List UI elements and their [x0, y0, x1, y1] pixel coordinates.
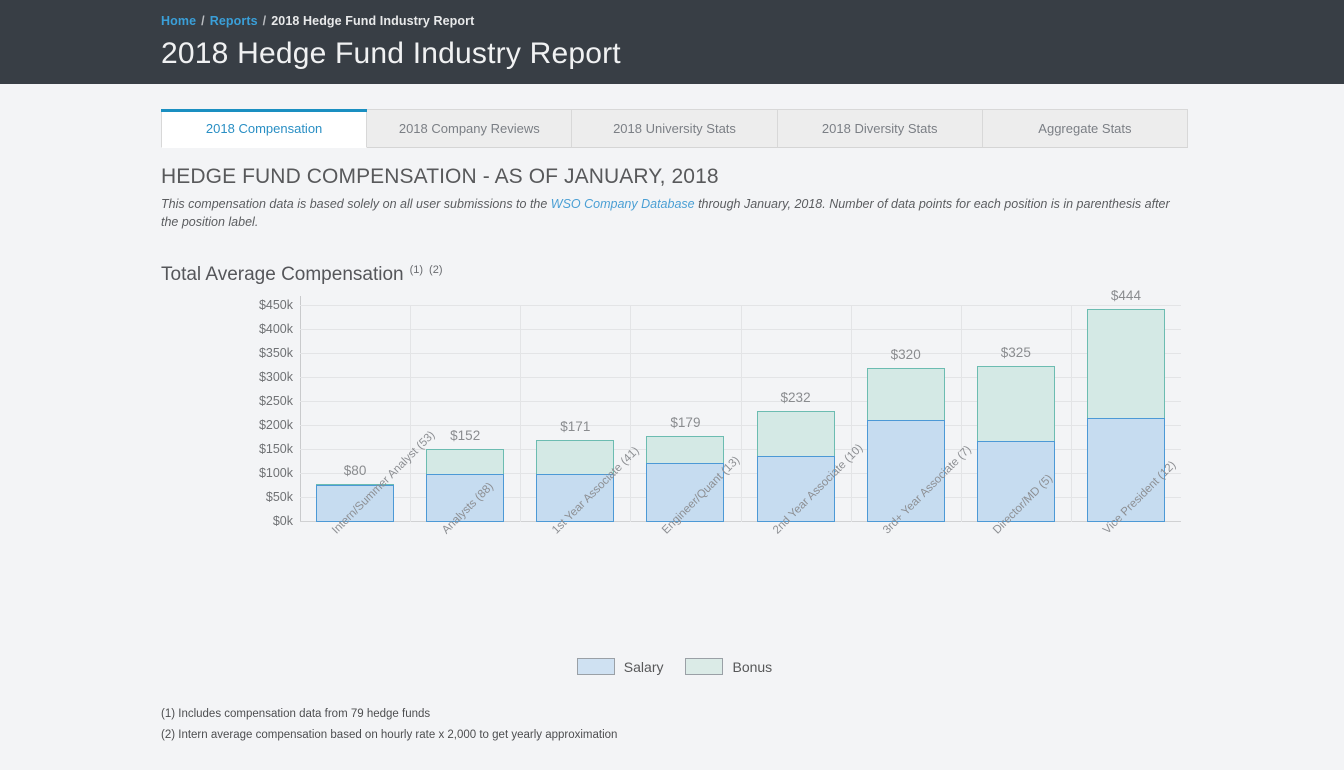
tab-label: 2018 Diversity Stats [822, 121, 938, 136]
y-axis-tick-label: $100k [259, 466, 293, 480]
stacked-bar[interactable] [867, 368, 945, 522]
tab-2018-diversity-stats[interactable]: 2018 Diversity Stats [778, 109, 983, 148]
footnote-2: (2) Intern average compensation based on… [161, 729, 1027, 741]
legend-swatch-salary [577, 658, 615, 675]
tab-2018-university-stats[interactable]: 2018 University Stats [572, 109, 777, 148]
y-axis-tick-label: $50k [266, 490, 293, 504]
tab-label: 2018 Compensation [206, 121, 322, 136]
legend-label-bonus: Bonus [732, 659, 772, 675]
y-axis-tick-label: $400k [259, 322, 293, 336]
legend-item-salary[interactable]: Salary [577, 658, 664, 675]
bar-segment-bonus[interactable] [977, 366, 1055, 441]
bar-total-label: $444 [1111, 288, 1141, 303]
chart-title-footnote-1: (1) [410, 264, 423, 276]
chart-plot-area: $0k$50k$100k$150k$200k$250k$300k$350k$40… [300, 306, 1181, 522]
legend-item-bonus[interactable]: Bonus [685, 658, 772, 675]
description-text-before: This compensation data is based solely o… [161, 197, 551, 211]
legend-swatch-bonus [685, 658, 723, 675]
chart-title-text: Total Average Compensation [161, 264, 404, 286]
breadcrumb-link-home[interactable]: Home [161, 14, 196, 28]
section-heading: HEDGE FUND COMPENSATION - AS OF JANUARY,… [161, 165, 1027, 189]
breadcrumb-separator: / [263, 14, 267, 28]
page-header: Home / Reports / 2018 Hedge Fund Industr… [0, 0, 1344, 84]
bar-total-label: $320 [891, 347, 921, 362]
bar-segment-bonus[interactable] [1087, 309, 1165, 418]
section-description: This compensation data is based solely o… [161, 195, 1173, 231]
bar-column[interactable]: $232 [741, 306, 851, 522]
y-axis-tick-label: $0k [273, 514, 293, 528]
bar-segment-bonus[interactable] [757, 411, 835, 456]
bar-segment-bonus[interactable] [536, 440, 614, 474]
bar-group: $80 $152 $171 $179 $232 $320 $325 $444 [300, 306, 1181, 522]
x-axis-label-cell: 2nd Year Associate (10) [741, 522, 851, 642]
tab-label: 2018 University Stats [613, 121, 736, 136]
footnote-1: (1) Includes compensation data from 79 h… [161, 708, 1027, 720]
chart-title-footnote-2: (2) [429, 264, 442, 276]
bar-column[interactable]: $320 [851, 306, 961, 522]
bar-total-label: $152 [450, 428, 480, 443]
bar-column[interactable]: $325 [961, 306, 1071, 522]
y-axis-tick-label: $450k [259, 298, 293, 312]
bar-column[interactable]: $80 [300, 306, 410, 522]
x-axis-label-cell: Engineer/Quant (13) [630, 522, 740, 642]
tab-2018-compensation[interactable]: 2018 Compensation [161, 109, 367, 148]
x-axis-label-cell: Intern/Summer Analyst (53) [300, 522, 410, 642]
chart-title: Total Average Compensation (1) (2) [161, 264, 1027, 286]
y-axis-tick-label: $300k [259, 370, 293, 384]
tab-2018-company-reviews[interactable]: 2018 Company Reviews [367, 109, 572, 148]
bar-segment-bonus[interactable] [867, 368, 945, 420]
x-axis-label-cell: Vice President (12) [1071, 522, 1181, 642]
bar-total-label: $232 [781, 390, 811, 405]
wso-company-database-link[interactable]: WSO Company Database [551, 197, 695, 211]
breadcrumb-link-reports[interactable]: Reports [210, 14, 258, 28]
bar-total-label: $325 [1001, 345, 1031, 360]
bar-total-label: $80 [344, 463, 367, 478]
page-title: 2018 Hedge Fund Industry Report [161, 37, 1344, 71]
bar-column[interactable]: $152 [410, 306, 520, 522]
stacked-bar[interactable] [977, 366, 1055, 522]
y-axis-tick-label: $350k [259, 346, 293, 360]
bar-total-label: $179 [670, 415, 700, 430]
y-axis-tick-label: $200k [259, 418, 293, 432]
breadcrumb-separator: / [201, 14, 205, 28]
bar-column[interactable]: $171 [520, 306, 630, 522]
tab-aggregate-stats[interactable]: Aggregate Stats [983, 109, 1188, 148]
x-axis-label-cell: 3rd+ Year Associate (7) [851, 522, 961, 642]
breadcrumb-current: 2018 Hedge Fund Industry Report [271, 14, 474, 28]
x-axis-label-cell: Analysts (88) [410, 522, 520, 642]
tab-bar: 2018 Compensation 2018 Company Reviews 2… [161, 109, 1188, 148]
x-axis-label-cell: Director/MD (5) [961, 522, 1071, 642]
tab-label: Aggregate Stats [1038, 121, 1131, 136]
x-axis-labels: Intern/Summer Analyst (53)Analysts (88)1… [300, 522, 1181, 642]
tab-label: 2018 Company Reviews [399, 121, 540, 136]
legend-label-salary: Salary [624, 659, 664, 675]
bar-total-label: $171 [560, 419, 590, 434]
footnotes: (1) Includes compensation data from 79 h… [161, 708, 1027, 741]
main-content: HEDGE FUND COMPENSATION - AS OF JANUARY,… [0, 165, 1027, 741]
chart-legend: Salary Bonus [161, 658, 1188, 675]
bar-segment-bonus[interactable] [646, 436, 724, 463]
y-axis-tick-label: $150k [259, 442, 293, 456]
compensation-chart: $0k $50k $100k $150k $200k $250k $300k $350k $40… [161, 296, 1188, 696]
bar-column[interactable]: $179 [630, 306, 740, 522]
y-axis-tick-label: $250k [259, 394, 293, 408]
x-axis-label-cell: 1st Year Associate (41) [520, 522, 630, 642]
bar-column[interactable]: $444 [1071, 306, 1181, 522]
breadcrumb: Home / Reports / 2018 Hedge Fund Industr… [161, 14, 1344, 28]
bar-segment-bonus[interactable] [426, 449, 504, 474]
